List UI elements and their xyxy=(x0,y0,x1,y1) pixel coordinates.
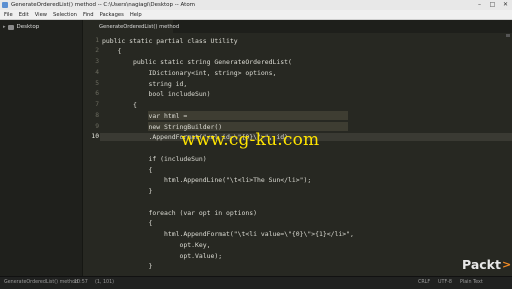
code-line: var html = xyxy=(102,111,188,120)
code-editor[interactable]: public static partial class Utility { pu… xyxy=(100,33,512,276)
menu-find[interactable]: Find xyxy=(83,12,94,18)
window-controls: – □ ✕ xyxy=(473,0,512,10)
code-line: string id, xyxy=(102,79,188,88)
maximize-icon[interactable]: □ xyxy=(486,0,499,10)
code-line: } xyxy=(102,187,153,195)
watermark: www.cg-ku.com xyxy=(181,130,337,152)
code-line: opt.Value); xyxy=(102,251,223,260)
status-selection-count: (1, 101) xyxy=(95,280,115,285)
code-line: opt.Key, xyxy=(102,240,211,249)
status-file-name[interactable]: GenerateOrderedList() method xyxy=(4,280,78,285)
tab-label: GenerateOrderedList() method xyxy=(99,23,180,30)
line-number: 9 xyxy=(95,122,99,130)
code-line: html.AppendFormat("\t<li value=\"{0}\">{… xyxy=(102,230,354,238)
line-number: 8 xyxy=(95,111,99,119)
line-number: 4 xyxy=(95,68,99,76)
status-line-ending[interactable]: CRLF xyxy=(418,280,430,285)
packt-logo: Packt > xyxy=(462,254,512,274)
folder-icon xyxy=(7,24,14,30)
atom-app-icon xyxy=(2,2,8,8)
packt-chevron-icon: > xyxy=(501,257,512,271)
menu-help[interactable]: Help xyxy=(130,12,142,18)
tab-active-file[interactable]: GenerateOrderedList() method xyxy=(83,20,179,33)
line-number: 2 xyxy=(95,47,99,55)
status-bar: GenerateOrderedList() method 10:57 (1, 1… xyxy=(0,276,512,289)
code-line: bool includeSun) xyxy=(102,90,211,99)
title-bar: GenerateOrderedList() method -- C:\Users… xyxy=(0,0,512,10)
menu-file[interactable]: File xyxy=(4,12,13,18)
code-line: foreach (var opt in options) xyxy=(102,208,258,217)
window-title: GenerateOrderedList() method -- C:\Users… xyxy=(11,2,196,8)
line-number: 7 xyxy=(95,101,99,108)
minimize-icon[interactable]: – xyxy=(473,0,486,10)
status-grammar[interactable]: Plain Text xyxy=(460,280,483,285)
close-icon[interactable]: ✕ xyxy=(499,0,512,10)
code-line: { xyxy=(102,101,137,109)
code-line: html.AppendLine("\t<li>The Sun</li>"); xyxy=(102,176,312,185)
menu-bar: File Edit View Selection Find Packages H… xyxy=(0,10,512,20)
tree-item-label: Desktop xyxy=(16,24,40,30)
code-line: { xyxy=(102,165,153,174)
line-number: 3 xyxy=(95,58,99,65)
code-line: if (includeSun) xyxy=(102,154,207,163)
menu-edit[interactable]: Edit xyxy=(19,12,29,18)
code-line: IDictionary<int, string> options, xyxy=(102,68,277,77)
code-line: } xyxy=(102,262,153,271)
line-number: 1 xyxy=(95,36,99,44)
code-line: public static partial class Utility xyxy=(102,36,238,45)
watermark-text: www.cg-ku.com xyxy=(181,130,320,150)
menu-packages[interactable]: Packages xyxy=(100,12,124,18)
tree-view: ▸ Desktop xyxy=(0,20,83,276)
code-line: public static string GenerateOrderedList… xyxy=(102,58,292,66)
status-encoding[interactable]: UTF-8 xyxy=(438,280,452,285)
line-number-gutter: 1 2 3 4 5 6 7 8 9 10 xyxy=(83,33,99,276)
code-line: { xyxy=(102,219,153,228)
line-number: 5 xyxy=(95,79,99,87)
status-cursor-position[interactable]: 10:57 xyxy=(74,280,88,285)
line-number: 6 xyxy=(95,90,99,98)
menu-selection[interactable]: Selection xyxy=(53,12,77,18)
packt-wordmark: Packt xyxy=(462,256,501,272)
code-line: { xyxy=(102,47,122,56)
menu-view[interactable]: View xyxy=(35,12,47,18)
line-number: 10 xyxy=(91,133,99,141)
scrollbar-thumb[interactable] xyxy=(506,34,510,37)
chevron-right-icon: ▸ xyxy=(3,24,6,30)
tab-bar: GenerateOrderedList() method xyxy=(83,20,512,33)
tree-item-desktop[interactable]: ▸ Desktop xyxy=(3,23,39,31)
